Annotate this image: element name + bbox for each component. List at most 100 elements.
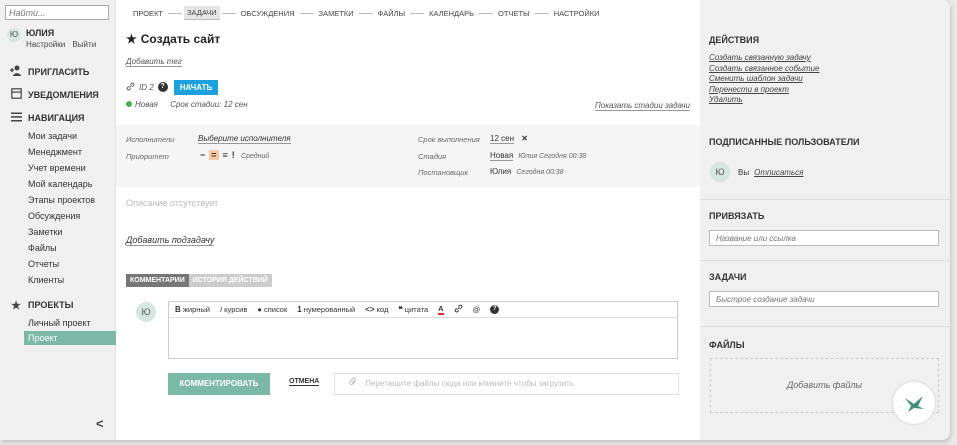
create-related-event-link[interactable]: Создать связанное событие [709, 64, 819, 75]
deadline-row: 12 сен ✕ [490, 134, 528, 144]
description-field[interactable]: Описание отсутствует [126, 198, 218, 208]
deadline-value[interactable]: 12 сен [490, 134, 514, 144]
assignee-select[interactable]: Выберите исполнителя [198, 134, 291, 144]
priority-medium-button[interactable]: = [209, 150, 219, 160]
stage-meta: Юлия Сегодня 00:38 [518, 153, 587, 160]
collapse-sidebar-button[interactable]: < [96, 416, 104, 431]
tasks-title: ЗАДАЧИ [709, 272, 747, 282]
tab-history[interactable]: ИСТОРИЯ ДЕЙСТВИЙ [188, 274, 272, 287]
code-button[interactable]: <> код [365, 305, 388, 314]
add-tag-link[interactable]: Добавить тег [126, 57, 182, 67]
clear-deadline-icon[interactable]: ✕ [521, 134, 528, 143]
bell-icon [9, 88, 23, 102]
sidebar-item-discussions[interactable]: Обсуждения [28, 208, 116, 224]
delete-link[interactable]: Удалить [709, 95, 819, 106]
subscriber-name: Вы [738, 167, 750, 177]
task-id-row: ID 2 ? НАЧАТЬ [126, 79, 219, 95]
priority-high-button[interactable]: ≡ [223, 150, 228, 160]
notifications-button[interactable]: УВЕДОМЛЕНИЯ [9, 87, 99, 103]
priority-urgent-button[interactable]: ! [232, 150, 235, 160]
tab-discussions[interactable]: ОБСУЖДЕНИЯ [238, 7, 298, 20]
avatar: Ю [136, 302, 156, 322]
cancel-button[interactable]: ОТМЕНА [289, 378, 320, 386]
text-color-icon[interactable]: A [438, 304, 444, 315]
add-subtask-link[interactable]: Добавить подзадачу [126, 235, 215, 246]
avatar: Ю [710, 162, 730, 182]
search-input[interactable] [5, 5, 109, 20]
move-to-project-link[interactable]: Перенести в проект [709, 85, 819, 96]
sidebar-item-files[interactable]: Файлы [28, 240, 116, 256]
comment-editor[interactable]: B жирный I курсив ● список 1 нумерованны… [168, 301, 678, 359]
create-related-task-link[interactable]: Создать связанную задачу [709, 53, 819, 64]
submit-comment-button[interactable]: КОММЕНТИРОВАТЬ [168, 373, 270, 395]
task-title[interactable]: Создать сайт [141, 32, 220, 46]
stage-deadline: Срок стадии: 12 сен [170, 100, 248, 109]
notifications-label: УВЕДОМЛЕНИЯ [28, 90, 99, 100]
italic-icon: I [219, 305, 223, 314]
sidebar-item-my-calendar[interactable]: Мой календарь [28, 176, 116, 192]
list-button[interactable]: ● список [257, 305, 287, 314]
change-template-link[interactable]: Сменить шаблон задачи [709, 74, 819, 85]
sidebar-item-project-stages[interactable]: Этапы проектов [28, 192, 116, 208]
quick-task-input[interactable] [709, 291, 939, 307]
tab-reports[interactable]: ОТЧЕТЫ [495, 7, 533, 20]
avatar[interactable]: Ю [7, 28, 21, 42]
stage-row: Новая Юлия Сегодня 00:38 [490, 151, 587, 161]
task-status-row: Новая Срок стадии: 12 сен [126, 100, 248, 109]
favorite-star-icon[interactable]: ★ [126, 32, 137, 46]
project-tabs: ПРОЕКТ ЗАДАЧИ ОБСУЖДЕНИЯ ЗАМЕТКИ ФАЙЛЫ К… [130, 6, 603, 20]
divider [700, 326, 950, 327]
number-icon: 1 [297, 305, 302, 314]
show-stages-link[interactable]: Показать стадии задачи [594, 101, 690, 111]
star-icon: ★ [11, 299, 21, 312]
stage-value[interactable]: Новая [490, 151, 514, 161]
comment-tabs: КОММЕНТАРИИ ИСТОРИЯ ДЕЙСТВИЙ [126, 274, 272, 287]
start-button[interactable]: НАЧАТЬ [173, 79, 219, 95]
bind-input[interactable] [709, 230, 939, 246]
mention-icon[interactable]: @ [473, 305, 481, 314]
navigation-header[interactable]: НАВИГАЦИЯ [9, 110, 85, 126]
tab-project[interactable]: ПРОЕКТ [130, 7, 166, 20]
bold-button[interactable]: B жирный [175, 305, 210, 314]
priority-low-button[interactable]: − [200, 150, 205, 160]
help-icon[interactable]: ? [157, 82, 168, 92]
tab-settings[interactable]: НАСТРОЙКИ [551, 7, 603, 20]
bird-logo-icon [905, 396, 924, 412]
link-icon[interactable] [454, 304, 463, 315]
settings-link[interactable]: Настройки [26, 40, 65, 49]
sidebar-item-project[interactable]: Проект [24, 331, 116, 345]
tab-notes[interactable]: ЗАМЕТКИ [316, 7, 357, 20]
invite-button[interactable]: ПРИГЛАСИТЬ [9, 64, 89, 80]
sidebar-item-personal-project[interactable]: Личный проект [24, 316, 116, 330]
tab-files[interactable]: ФАЙЛЫ [375, 7, 409, 20]
navigation-label: НАВИГАЦИЯ [28, 113, 85, 123]
sidebar: Ю ЮЛИЯ Настройки Выйти ПРИГЛАСИТЬ УВЕДОМ… [0, 0, 116, 440]
stage-label: Стадия [418, 152, 447, 161]
italic-button[interactable]: I курсив [220, 305, 247, 314]
logout-link[interactable]: Выйти [72, 40, 96, 49]
file-dropzone[interactable]: Перетащите файлы сюда или кликните чтобы… [334, 373, 679, 395]
link-icon[interactable] [126, 82, 135, 93]
app-window: Ю ЮЛИЯ Настройки Выйти ПРИГЛАСИТЬ УВЕДОМ… [0, 0, 950, 440]
help-icon[interactable]: ? [490, 305, 500, 314]
sidebar-item-clients[interactable]: Клиенты [28, 272, 116, 288]
task-id-label: ID [139, 82, 147, 92]
numbered-list-button[interactable]: 1 нумерованный [297, 305, 355, 314]
tab-tasks[interactable]: ЗАДАЧИ [184, 6, 220, 20]
user-panel: Ю ЮЛИЯ Настройки Выйти [7, 28, 115, 56]
author-label: Постановщик [418, 168, 468, 177]
author-row: Юлия Сегодня 00:38 [490, 167, 564, 176]
code-icon: <> [365, 305, 375, 314]
sidebar-item-reports[interactable]: Отчеты [28, 256, 116, 272]
quote-button[interactable]: ❝ цитата [398, 305, 428, 314]
sidebar-item-my-tasks[interactable]: Мои задачи [28, 128, 116, 144]
user-name[interactable]: ЮЛИЯ [26, 28, 54, 38]
sidebar-item-time-tracking[interactable]: Учет времени [28, 160, 116, 176]
tab-comments[interactable]: КОММЕНТАРИИ [126, 274, 189, 287]
app-logo[interactable] [893, 382, 935, 424]
projects-header[interactable]: ★ ПРОЕКТЫ [9, 297, 73, 313]
sidebar-item-management[interactable]: Менеджмент [28, 144, 116, 160]
sidebar-item-notes[interactable]: Заметки [28, 224, 116, 240]
unsubscribe-link[interactable]: Отписаться [754, 168, 803, 177]
tab-calendar[interactable]: КАЛЕНДАРЬ [426, 7, 477, 20]
